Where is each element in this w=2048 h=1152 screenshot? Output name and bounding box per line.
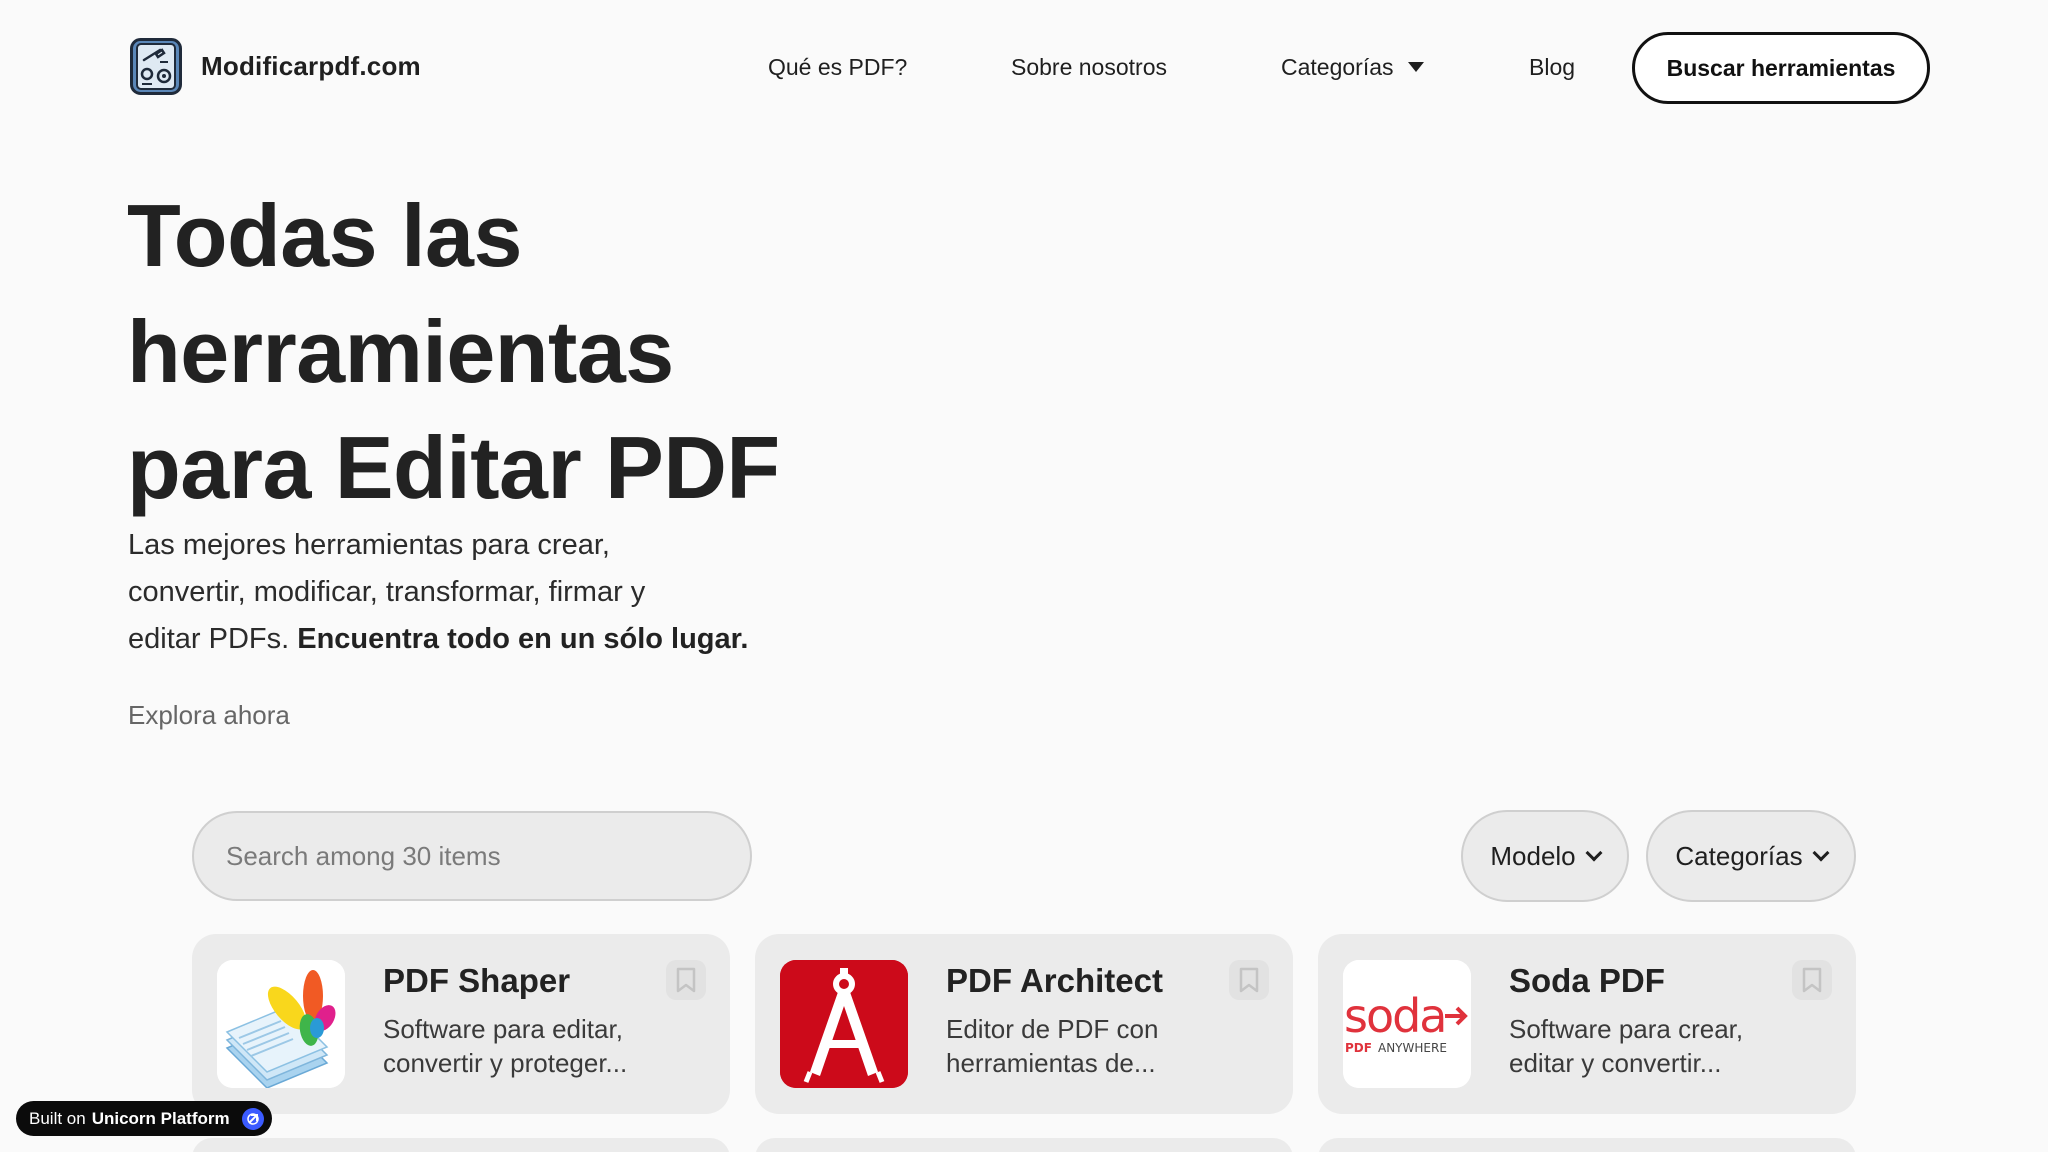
tool-card-description-line-1: Software para editar, bbox=[383, 1014, 623, 1044]
tool-card-title: PDF Shaper bbox=[383, 962, 571, 999]
tool-card-description: Editor de PDF con herramientas de... bbox=[946, 1012, 1246, 1080]
tool-card-description: Software para editar, convertir y proteg… bbox=[383, 1012, 683, 1080]
hero-subtitle-highlight: Encuentra todo en un sólo lugar. bbox=[297, 623, 749, 655]
soda-logo-anywhere-text: ANYWHERE bbox=[1378, 1041, 1447, 1055]
built-on-badge[interactable]: Built on Unicorn Platform bbox=[16, 1101, 272, 1136]
model-filter-label: Modelo bbox=[1490, 840, 1576, 871]
tool-card-description-line-2: herramientas de... bbox=[946, 1048, 1156, 1078]
soda-pdf-logo: soda PDF ANYWHERE bbox=[1343, 960, 1471, 1088]
tool-card-title: Soda PDF bbox=[1509, 962, 1665, 999]
pdf-architect-logo-icon bbox=[780, 960, 908, 1088]
built-on-brand: Unicorn Platform bbox=[91, 1108, 230, 1128]
categories-filter-label: Categorías bbox=[1675, 840, 1803, 871]
site-header: Modificarpdf.com Qué es PDF? Sobre nosot… bbox=[0, 0, 2048, 135]
tool-card-partial[interactable] bbox=[192, 1138, 730, 1152]
tool-card-description-line-1: Software para crear, bbox=[1509, 1014, 1744, 1044]
bookmark-icon[interactable] bbox=[1229, 960, 1269, 1000]
hero-subtitle-line-1: Las mejores herramientas para crear, bbox=[128, 529, 610, 561]
pdf-shaper-logo-icon bbox=[217, 960, 345, 1088]
tool-card-description: Software para crear, editar y convertir.… bbox=[1509, 1012, 1809, 1080]
built-on-prefix: Built on bbox=[29, 1108, 86, 1128]
tool-card-pdf-architect[interactable]: PDF Architect Editor de PDF con herramie… bbox=[755, 934, 1293, 1114]
tool-card-description-line-2: editar y convertir... bbox=[1509, 1048, 1722, 1078]
soda-logo-wordmark: soda bbox=[1344, 989, 1446, 1043]
hero-title-line-1: Todas las bbox=[127, 186, 522, 285]
chevron-down-icon bbox=[1585, 844, 1603, 862]
tool-card-partial[interactable] bbox=[755, 1138, 1293, 1152]
soda-logo-pdf-text: PDF bbox=[1345, 1041, 1372, 1055]
unicorn-platform-icon bbox=[241, 1107, 264, 1130]
hero-subtitle-line-2: convertir, modificar, transformar, firma… bbox=[128, 576, 646, 608]
nav-categories-dropdown[interactable]: Categorías bbox=[1281, 50, 1424, 84]
hero-subtitle: Las mejores herramientas para crear, con… bbox=[128, 522, 808, 663]
pdf-shaper-logo bbox=[217, 960, 345, 1088]
model-filter-button[interactable]: Modelo bbox=[1461, 810, 1629, 902]
chevron-down-icon bbox=[1812, 844, 1830, 862]
tool-card-soda-pdf[interactable]: soda PDF ANYWHERE Soda PDF Software para… bbox=[1318, 934, 1856, 1114]
tool-card-description-line-2: convertir y proteger... bbox=[383, 1048, 628, 1078]
tool-card-title: PDF Architect bbox=[946, 962, 1163, 999]
search-input[interactable] bbox=[192, 811, 752, 901]
nav-categories-label: Categorías bbox=[1281, 54, 1394, 80]
hero-title: Todas las herramientas para Editar PDF bbox=[127, 178, 887, 526]
search-tools-button[interactable]: Buscar herramientas bbox=[1632, 32, 1930, 104]
hero-subtitle-line-3: editar PDFs. bbox=[128, 623, 290, 655]
bookmark-icon[interactable] bbox=[1792, 960, 1832, 1000]
nav-what-is-pdf[interactable]: Qué es PDF? bbox=[768, 50, 907, 84]
categories-filter-button[interactable]: Categorías bbox=[1646, 810, 1856, 902]
nav-blog[interactable]: Blog bbox=[1529, 50, 1575, 84]
tool-card-partial[interactable] bbox=[1318, 1138, 1856, 1152]
bookmark-icon[interactable] bbox=[666, 960, 706, 1000]
soda-pdf-logo-icon: soda PDF ANYWHERE bbox=[1343, 960, 1471, 1088]
explore-now-link[interactable]: Explora ahora bbox=[128, 700, 290, 731]
tool-card-description-line-1: Editor de PDF con bbox=[946, 1014, 1159, 1044]
caret-down-icon bbox=[1407, 62, 1424, 72]
nav-about-us[interactable]: Sobre nosotros bbox=[1011, 50, 1167, 84]
hero-title-line-2: herramientas bbox=[127, 302, 674, 401]
tool-card-pdf-shaper[interactable]: PDF Shaper Software para editar, convert… bbox=[192, 934, 730, 1114]
hero-title-line-3: para Editar PDF bbox=[127, 418, 780, 517]
pdf-architect-logo bbox=[780, 960, 908, 1088]
